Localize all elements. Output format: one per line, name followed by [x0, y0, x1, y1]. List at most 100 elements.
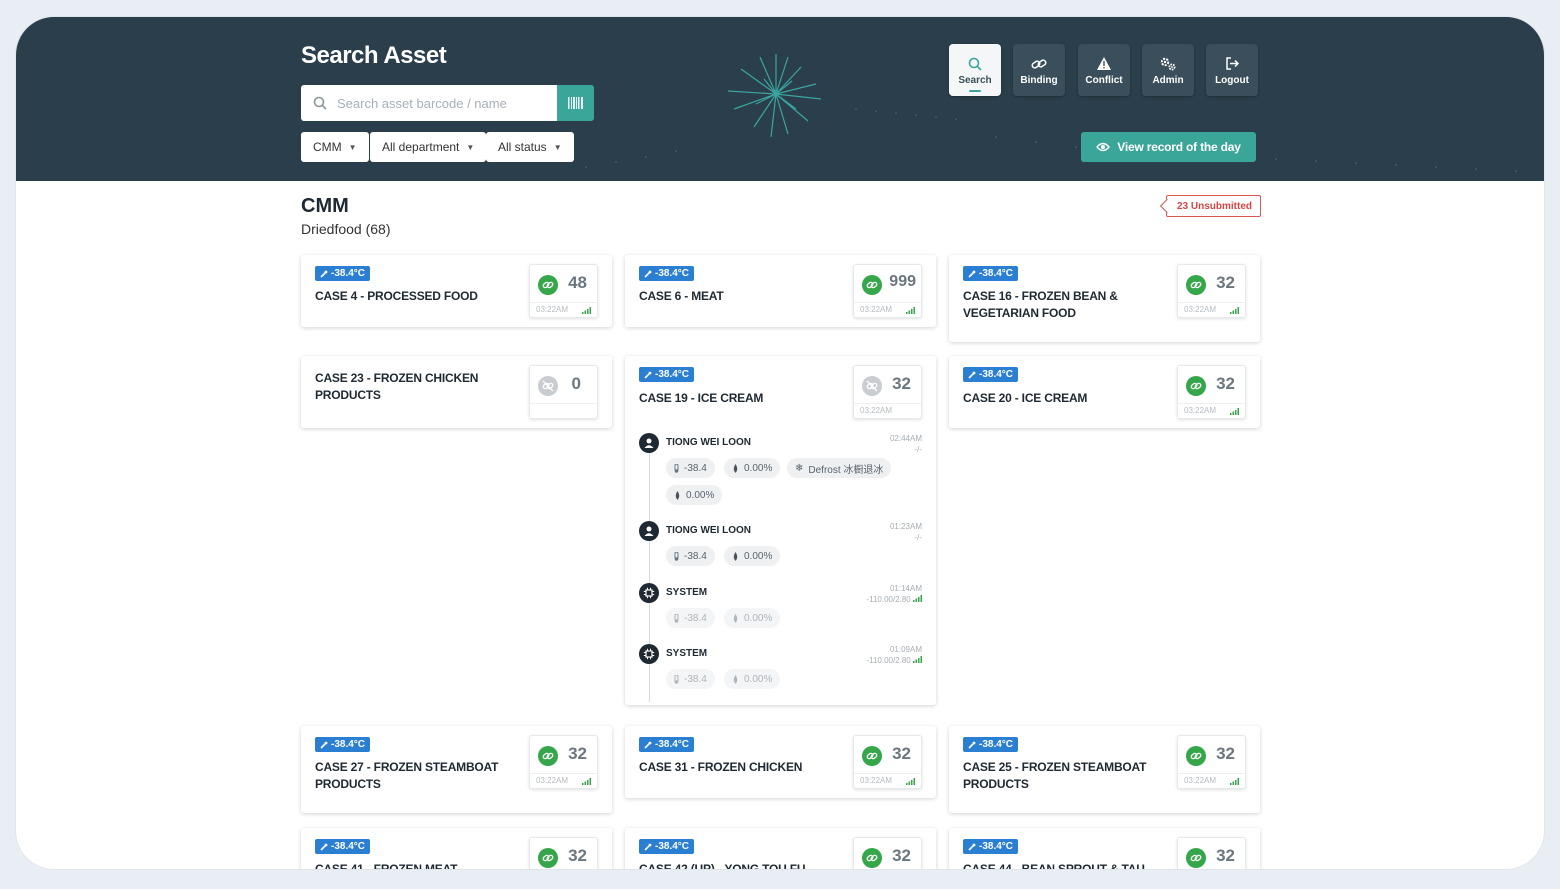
- system-chip-icon: [639, 583, 659, 603]
- thermometer-tag-icon: [320, 741, 328, 749]
- signal-icon: [1230, 408, 1239, 415]
- burst-graphic: [727, 54, 822, 138]
- nav-logout-button[interactable]: Logout: [1206, 44, 1258, 96]
- droplet-icon: [733, 551, 738, 561]
- temperature-chip: -38.4: [666, 458, 715, 478]
- asset-card[interactable]: -38.4°C CASE 6 - MEAT 999 03:22AM: [625, 255, 936, 327]
- user-icon: [639, 521, 659, 541]
- search-field[interactable]: [301, 85, 557, 121]
- link-icon: [1031, 55, 1047, 73]
- humidity-chip: 0.00%: [724, 546, 781, 566]
- timeline-time: 01:14AM -110.00/2.80: [866, 584, 922, 604]
- unsubmitted-badge[interactable]: 23 Unsubmitted: [1166, 195, 1262, 217]
- linked-icon: [1186, 376, 1206, 396]
- nav-admin-button[interactable]: Admin: [1142, 44, 1194, 96]
- asset-time: 03:22AM: [860, 406, 893, 415]
- thermometer-tag-icon: [644, 843, 652, 851]
- timeline-time: 02:44AM -/-: [889, 434, 922, 454]
- asset-count: 999: [889, 273, 916, 290]
- thermometer-tag-icon: [644, 741, 652, 749]
- temperature-chip: -38.4: [666, 546, 715, 566]
- eye-icon: [1096, 142, 1111, 152]
- asset-count: 32: [892, 846, 911, 865]
- asset-card[interactable]: -38.4°C CASE 20 - ICE CREAM 32 03:22AM: [949, 356, 1260, 428]
- asset-count: 32: [568, 744, 587, 763]
- thermometer-icon: [674, 674, 679, 684]
- asset-card[interactable]: -38.4°C CASE 42 (UP) - YONG TOU FU 32: [625, 828, 936, 869]
- temperature-badge: -38.4°C: [963, 737, 1019, 752]
- humidity-chip: 0.00%: [724, 458, 781, 478]
- asset-stat: 0: [529, 365, 598, 419]
- asset-name: CASE 42 (UP) - YONG TOU FU: [639, 862, 806, 869]
- department-filter-dropdown[interactable]: All department ▼: [370, 132, 487, 162]
- humidity-chip: 0.00%: [666, 485, 723, 505]
- asset-stat: 32 03:22AM: [1177, 735, 1246, 789]
- thermometer-tag-icon: [644, 371, 652, 379]
- temperature-badge: -38.4°C: [963, 367, 1019, 382]
- signal-icon: [906, 778, 915, 785]
- status-filter-dropdown[interactable]: All status ▼: [486, 132, 574, 162]
- asset-time: 03:22AM: [1184, 305, 1217, 314]
- nav-search-button[interactable]: Search: [949, 44, 1001, 96]
- timeline-author: SYSTEM: [666, 587, 708, 598]
- asset-stat: 32 03:22AM: [1177, 264, 1246, 318]
- search-input[interactable]: [337, 95, 547, 111]
- asset-time: 03:22AM: [860, 776, 893, 785]
- asset-count: 32: [1216, 846, 1235, 865]
- asset-card[interactable]: -38.4°C CASE 44 - BEAN SPROUT & TAU 32: [949, 828, 1260, 869]
- nav-conflict-button[interactable]: Conflict: [1078, 44, 1130, 96]
- view-record-button[interactable]: View record of the day: [1081, 132, 1256, 162]
- asset-card[interactable]: -38.4°C CASE 4 - PROCESSED FOOD 48 03:22…: [301, 255, 612, 327]
- temperature-badge: -38.4°C: [639, 839, 695, 854]
- asset-stat: 32 03:22AM: [853, 365, 922, 419]
- asset-stat: 32: [529, 837, 598, 869]
- asset-card[interactable]: -38.4°C CASE 27 - FROZEN STEAMBOAT PRODU…: [301, 726, 612, 813]
- signal-icon: [913, 656, 922, 663]
- asset-stat: 999 03:22AM: [853, 264, 922, 318]
- nav-binding-button[interactable]: Binding: [1013, 44, 1065, 96]
- search-icon: [313, 96, 327, 110]
- timeline-entry: SYSTEM 01:09AM -110.00/2.80 -38.4 0.00%: [639, 644, 922, 689]
- timeline-author: SYSTEM: [666, 648, 708, 659]
- asset-name: CASE 19 - ICE CREAM: [639, 391, 764, 405]
- timeline-author: TIONG WEI LOON: [666, 437, 751, 448]
- site-filter-dropdown[interactable]: CMM ▼: [301, 132, 369, 162]
- gears-icon: [1159, 55, 1177, 73]
- asset-stat: 48 03:22AM: [529, 264, 598, 318]
- asset-card[interactable]: -38.4°C CASE 31 - FROZEN CHICKEN 32 03:2…: [625, 726, 936, 798]
- asset-card[interactable]: -38.4°C CASE 25 - FROZEN STEAMBOAT PRODU…: [949, 726, 1260, 813]
- header: Search Asset CMM▼ All department▼ All st…: [16, 17, 1544, 181]
- unlinked-icon: [862, 376, 882, 396]
- linked-icon: [538, 275, 558, 295]
- asset-time: 03:22AM: [1184, 776, 1217, 785]
- asset-card[interactable]: -38.4°C CASE 41 - FROZEN MEAT 32: [301, 828, 612, 869]
- department-subtitle: Driedfood (68): [301, 221, 391, 237]
- system-chip-icon: [639, 644, 659, 664]
- user-icon: [639, 433, 659, 453]
- asset-time: 03:22AM: [536, 305, 569, 314]
- asset-count: 32: [1216, 273, 1235, 292]
- temperature-chip: -38.4: [666, 608, 715, 628]
- asset-name: CASE 20 - ICE CREAM: [963, 391, 1088, 405]
- asset-card[interactable]: CASE 23 - FROZEN CHICKEN PRODUCTS 0: [301, 356, 612, 428]
- barcode-scan-button[interactable]: [557, 85, 594, 121]
- active-indicator: [969, 90, 981, 92]
- asset-stat: 32: [1177, 837, 1246, 869]
- thermometer-icon: [674, 463, 679, 473]
- timeline-time: 01:23AM -/-: [889, 522, 922, 542]
- linked-icon: [538, 848, 558, 868]
- temperature-badge: -38.4°C: [315, 839, 371, 854]
- linked-icon: [862, 746, 882, 766]
- asset-card[interactable]: -38.4°C CASE 16 - FROZEN BEAN & VEGETARI…: [949, 255, 1260, 342]
- asset-name: CASE 16 - FROZEN BEAN & VEGETARIAN FOOD: [963, 289, 1118, 320]
- signal-icon: [1230, 307, 1239, 314]
- caret-down-icon: ▼: [348, 142, 357, 152]
- temperature-badge: -38.4°C: [963, 839, 1019, 854]
- asset-stat: 32 03:22AM: [853, 735, 922, 789]
- droplet-icon: [675, 490, 680, 500]
- asset-name: CASE 44 - BEAN SPROUT & TAU: [963, 862, 1145, 869]
- thermometer-tag-icon: [320, 843, 328, 851]
- droplet-icon: [733, 463, 738, 473]
- caret-down-icon: ▼: [466, 142, 475, 152]
- asset-card-expanded[interactable]: -38.4°C CASE 19 - ICE CREAM 32 03:22AM T…: [625, 356, 936, 705]
